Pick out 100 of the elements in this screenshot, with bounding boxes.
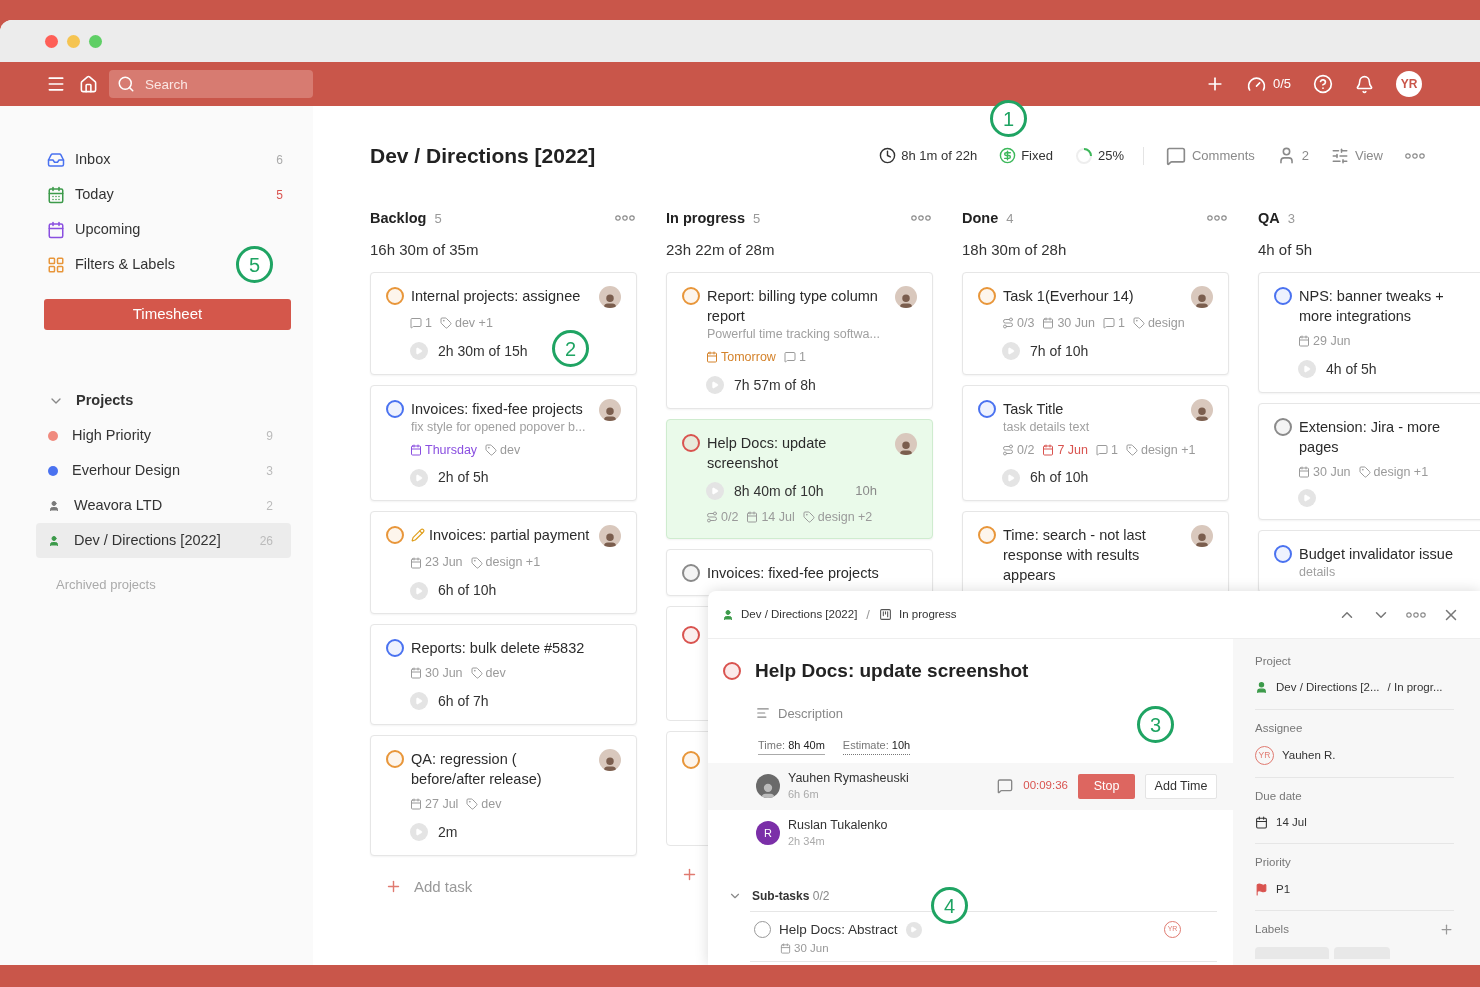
task-title: Report: billing type column report — [707, 286, 879, 326]
comments-button[interactable]: Comments — [1165, 145, 1255, 166]
members-button[interactable]: 2 — [1276, 146, 1310, 166]
column-count: 5 — [752, 209, 761, 228]
column-title: QA — [1258, 208, 1280, 228]
search-field[interactable]: Search — [109, 70, 313, 98]
column-count: 5 — [434, 209, 442, 228]
breadcrumb-separator: / — [866, 605, 870, 624]
task-card[interactable]: Budget invalidator issue details — [1258, 530, 1480, 594]
estimate: 10h — [855, 482, 877, 501]
time-tracked: 4h of 5h — [1326, 359, 1377, 379]
timesheet-button[interactable]: Timesheet — [44, 299, 291, 330]
item-count: 3 — [266, 462, 273, 480]
task-card[interactable]: Report: billing type column report Powerful time tracking softwa... Tomorrow 1 7h 57m of 8h — [666, 271, 933, 409]
time-tracked: 2m — [438, 822, 458, 842]
view-button[interactable]: View — [1331, 146, 1383, 166]
task-card[interactable]: Invoices: fixed-fee projects fix style for opened popover b... Thursday dev 2h of 5h — [370, 384, 637, 502]
field-value: / In progr... — [1387, 680, 1443, 696]
comment-count: 1 — [798, 348, 806, 366]
subtask-count: 0/2 — [1017, 441, 1035, 459]
due-date: 14 Jul — [761, 508, 795, 526]
time-tracked: 8h 40m of 10h — [734, 481, 824, 501]
task-card[interactable]: QA: regression ( before/after release) 27 Jul dev 2m — [370, 734, 637, 856]
user-time: 2h 34m — [788, 833, 826, 849]
field-value: P1 — [1276, 881, 1291, 897]
task-card[interactable]: Task Title task details text 0/2 7 Jun 1 design +1 6h of 10h — [962, 384, 1229, 502]
task-title: Internal projects: assignee — [411, 286, 581, 306]
user-time: 6h 6m — [788, 786, 820, 802]
column-total: 23h 22m of 28m — [666, 240, 776, 261]
task-subtitle: fix style for opened popover b... — [411, 418, 587, 435]
user-name: Ruslan Tukalenko — [788, 816, 888, 833]
projects-header[interactable]: Projects — [36, 383, 291, 418]
task-title: Task Title — [1003, 399, 1064, 419]
task-title: Reports: bulk delete #5832 — [411, 639, 585, 658]
sidebar-item[interactable]: Inbox 6 — [36, 142, 291, 177]
breadcrumb-link[interactable]: Dev / Directions [2022] — [741, 605, 858, 624]
comment-count: 1 — [1111, 441, 1118, 459]
task-card[interactable]: NPS: banner tweaks + more integrations 29 Jun 4h of 5h — [1258, 271, 1480, 393]
task-subtitle: Powerful time tracking softwa... — [707, 325, 881, 342]
sidebar-item[interactable]: Upcoming — [36, 212, 149, 247]
user-avatar[interactable]: YR — [1396, 71, 1422, 97]
task-title: QA: regression ( before/after release) — [411, 749, 543, 789]
task-title: Task 1(Everhour 14) — [1003, 286, 1134, 306]
sidebar-item[interactable]: Today 5 — [36, 177, 291, 212]
item-count: 2 — [266, 497, 273, 515]
tag-label: design +1 — [485, 554, 541, 572]
field-value: Dev / Directions [2... — [1276, 680, 1380, 696]
time-tracked: 2h of 5h — [438, 468, 489, 488]
column-count: 4 — [1006, 209, 1014, 228]
timers-button[interactable]: 0/5 — [1246, 74, 1291, 94]
project-item[interactable]: Everhour Design 3 — [36, 453, 291, 488]
stat-label: Fixed — [1021, 147, 1053, 165]
column-title: Done — [962, 208, 999, 228]
task-title: Invoices: fixed-fee projects — [707, 564, 879, 584]
comment-count: 1 — [425, 314, 432, 332]
stat-label: 25% — [1097, 147, 1124, 165]
column-title: Backlog — [370, 208, 427, 228]
time-tracked: 6h of 7h — [438, 691, 489, 711]
estimate-field[interactable]: Estimate: 10h — [842, 737, 911, 755]
task-card[interactable]: Invoices: partial payment 23 Jun design +1 6h of 10h — [370, 511, 637, 614]
task-card[interactable]: Reports: bulk delete #5832 30 Jun dev 6h of 7h — [370, 624, 637, 725]
task-subtitle: task details text — [1003, 418, 1091, 435]
project-item[interactable]: Weavora LTD 2 — [36, 488, 291, 523]
field-label: Due date — [1255, 788, 1302, 804]
field-label: Labels — [1255, 921, 1289, 937]
due-date: 30 Jun — [1057, 314, 1095, 332]
subtask-title: Help Docs: Abstract — [779, 920, 898, 939]
project-item[interactable]: High Priority 9 — [36, 418, 291, 453]
task-card[interactable]: Help Docs: update screenshot 8h 40m of 10h 10h 0/2 14 Jul design +2 — [666, 418, 933, 540]
tag-label: dev +1 — [454, 314, 493, 332]
task-card[interactable]: Extension: Jira - more pages 30 Jun design +1 — [1258, 402, 1480, 521]
due-date: Thursday — [425, 441, 478, 459]
task-title: Help Docs: update screenshot — [707, 433, 828, 473]
column-total: 18h 30m of 28h — [962, 240, 1068, 261]
field-label: Project — [1255, 654, 1291, 669]
task-title: Extension: Jira - more pages — [1299, 417, 1442, 457]
time-total[interactable]: Time: 8h 40m — [758, 737, 825, 755]
description-placeholder[interactable]: Description — [778, 703, 844, 723]
task-title: Help Docs: update screenshot — [755, 659, 1029, 683]
task-title: NPS: banner tweaks + more integrations — [1299, 286, 1445, 326]
breadcrumb-link[interactable]: In progress — [898, 605, 957, 624]
due-date: 29 Jun — [1313, 332, 1351, 350]
due-date: 23 Jun — [425, 554, 463, 572]
column-title: In progress — [666, 208, 745, 228]
tag-label: dev — [481, 795, 502, 813]
item-count: 9 — [266, 427, 273, 445]
item-count: 5 — [276, 186, 283, 204]
project-title: Dev / Directions [2022] — [370, 143, 596, 169]
task-title: Invoices: partial payment — [429, 526, 590, 546]
column-count: 3 — [1287, 209, 1295, 228]
due-date: 30 Jun — [425, 665, 463, 682]
column-total: 16h 30m of 35m — [370, 240, 480, 261]
task-title: Invoices: fixed-fee projects — [411, 399, 583, 419]
task-title: Time: search - not last response with results appears — [1003, 526, 1147, 586]
sidebar-item[interactable]: Filters & Labels — [36, 247, 183, 282]
add-time-button[interactable]: Add Time — [1145, 773, 1217, 799]
item-count: 6 — [276, 151, 283, 169]
task-subtitle: details — [1299, 564, 1337, 581]
task-card[interactable]: Task 1(Everhour 14) 0/3 30 Jun 1 design 7h of 10h — [962, 271, 1229, 375]
comment-count: 1 — [1117, 314, 1125, 332]
